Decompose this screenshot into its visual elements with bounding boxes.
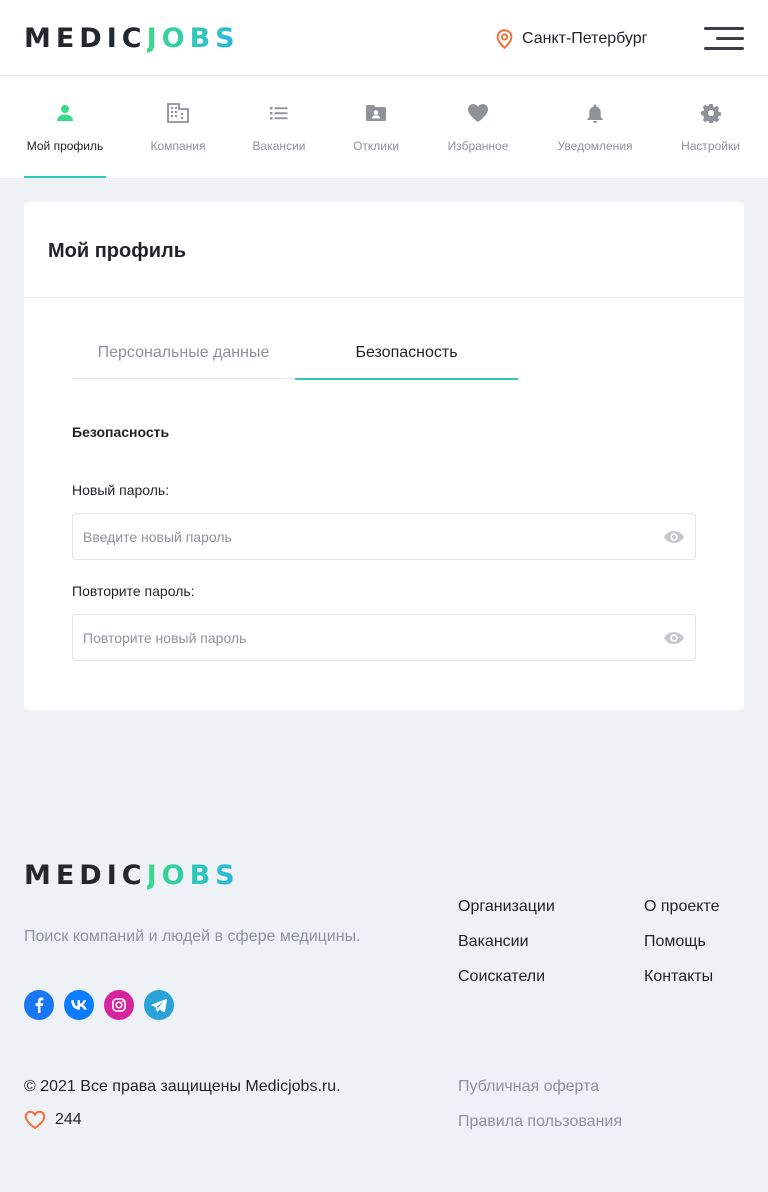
nav-tab-vacancies[interactable]: Вакансии [250, 76, 308, 178]
heart-outline-icon [24, 1110, 46, 1130]
footer-link-contacts[interactable]: Контакты [644, 968, 713, 986]
list-icon [267, 101, 291, 125]
nav-tab-profile[interactable]: Мой профиль [24, 76, 106, 178]
logo-text-medic: MEDIC [24, 860, 147, 891]
location-pin-icon [496, 29, 513, 49]
nav-tab-notifications[interactable]: Уведомления [554, 76, 636, 178]
telegram-icon[interactable] [144, 990, 174, 1020]
city-selector[interactable]: Санкт-Петербург [496, 28, 647, 50]
footer-link-public-offer[interactable]: Публичная оферта [458, 1078, 599, 1096]
eye-icon[interactable] [663, 529, 685, 545]
city-name: Санкт-Петербург [522, 30, 648, 47]
new-password-field [72, 513, 696, 560]
social-links [24, 990, 184, 1020]
logo-text-jobs: JOBS [146, 860, 240, 891]
footer-link-terms[interactable]: Правила пользования [458, 1113, 622, 1131]
logo-text-jobs: JOBS [146, 23, 240, 54]
nav-tab-company[interactable]: Компания [147, 76, 209, 178]
user-icon [53, 101, 77, 125]
page-title: Мой профиль [48, 240, 187, 262]
footer-link-candidates[interactable]: Соискатели [458, 968, 545, 986]
nav-tab-settings[interactable]: Настройки [677, 76, 744, 178]
instagram-icon[interactable] [104, 990, 134, 1020]
nav-tab-label: Отклики [353, 139, 399, 153]
vk-icon[interactable] [64, 990, 94, 1020]
new-password-input[interactable] [83, 514, 643, 559]
logo-text-medic: MEDIC [24, 23, 147, 54]
likes-count: 244 [55, 1111, 82, 1128]
footer-link-about[interactable]: О проекте [644, 898, 719, 916]
nav-tab-responses[interactable]: Отклики [349, 76, 403, 178]
nav-tab-favorites[interactable]: Избранное [444, 76, 512, 178]
eye-icon[interactable] [663, 630, 685, 646]
tab-security[interactable]: Безопасность [295, 336, 518, 380]
footer-link-vacancies[interactable]: Вакансии [458, 933, 529, 951]
repeat-password-label: Повторите пароль: [72, 583, 195, 599]
bell-icon [583, 101, 607, 125]
divider [24, 297, 744, 298]
footer-link-organizations[interactable]: Организации [458, 898, 555, 916]
nav-tab-label: Настройки [681, 139, 740, 153]
nav-tab-label: Мой профиль [26, 139, 104, 153]
tab-personal-data[interactable]: Персональные данные [72, 336, 295, 379]
profile-nav: Мой профиль Компания Вакансии Отклики Из… [0, 76, 768, 178]
folder-user-icon [364, 101, 388, 125]
footer-tagline: Поиск компаний и людей в сфере медицины. [24, 928, 361, 945]
profile-card: Мой профиль Персональные данные Безопасн… [24, 202, 744, 710]
section-title: Безопасность [72, 424, 170, 440]
site-header: MEDICJOBS Санкт-Петербург [0, 0, 768, 76]
footer-link-help[interactable]: Помощь [644, 933, 706, 951]
footer-logo[interactable]: MEDICJOBS [24, 862, 240, 889]
new-password-label: Новый пароль: [72, 482, 170, 498]
repeat-password-field [72, 614, 696, 661]
likes-counter[interactable]: 244 [24, 1110, 82, 1130]
nav-tab-label: Избранное [447, 139, 509, 153]
nav-tab-label: Вакансии [252, 139, 306, 153]
logo[interactable]: MEDICJOBS [24, 25, 240, 52]
profile-subtabs: Персональные данные Безопасность [72, 336, 518, 380]
gear-icon [699, 101, 723, 125]
copyright-text: © 2021 Все права защищены Medicjobs.ru. [24, 1078, 341, 1095]
hamburger-icon[interactable] [704, 27, 744, 51]
nav-tab-label: Уведомления [557, 139, 633, 153]
nav-tab-label: Компания [150, 139, 206, 153]
facebook-icon[interactable] [24, 990, 54, 1020]
building-icon [166, 101, 190, 125]
repeat-password-input[interactable] [83, 615, 643, 660]
heart-icon [466, 101, 490, 125]
